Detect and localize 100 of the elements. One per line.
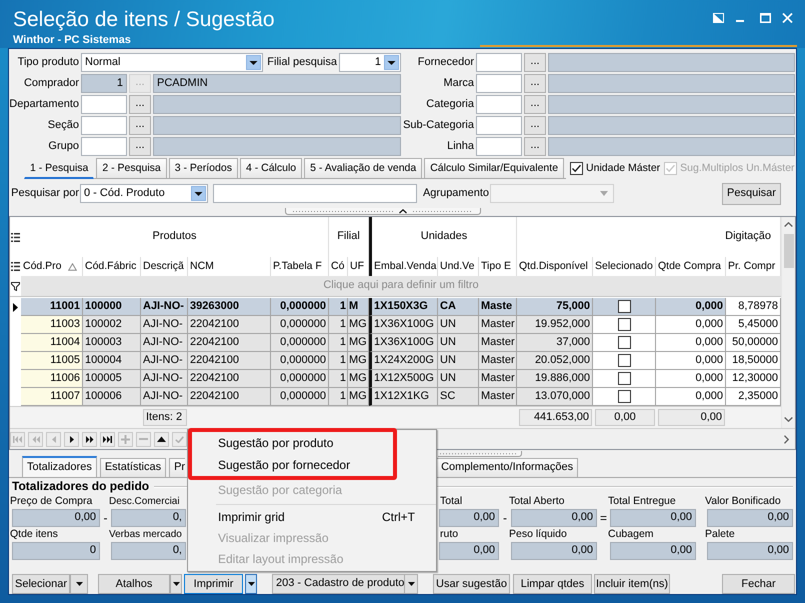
grid-row[interactable]: 11001 100000 AJI-NO- 39263000 0,000000 1 M 1X150X3G CA Maste 75,000 0,000 8,78978	[21, 298, 781, 316]
grid-row[interactable]: 11003 100002 AJI-NO- 22042100 0,000000 1 MG 1X36X100G UN Master 19.952,000 0,000 5,45000	[21, 316, 781, 334]
list-icon[interactable]	[11, 262, 20, 271]
vertical-scrollbar[interactable]	[781, 217, 795, 428]
scroll-down-icon[interactable]	[784, 417, 793, 422]
table-cell[interactable]	[593, 316, 656, 334]
table-cell[interactable]: 0,000	[656, 388, 726, 406]
half-filled-square-icon[interactable]	[713, 13, 724, 23]
checkbox-icon[interactable]	[618, 390, 630, 403]
table-cell[interactable]: 18,50000	[726, 352, 781, 370]
field-label: Agrupamento	[422, 186, 489, 200]
tab[interactable]: Complemento/Informações	[436, 458, 578, 477]
grid-row[interactable]: 11005 100004 AJI-NO- 22042100 0,000000 1 MG 1X24X200G UN Master 20.052,000 0,000 18,50000	[21, 352, 781, 370]
menu-item[interactable]: Sugestão por produto	[192, 432, 393, 454]
action-button[interactable]: Fechar	[722, 574, 795, 594]
lookup-button[interactable]: ...	[129, 137, 151, 156]
action-button[interactable]: Atalhos	[98, 574, 170, 594]
code-field[interactable]	[81, 137, 127, 156]
checkbox-icon[interactable]	[618, 300, 630, 313]
dropdown-toggle[interactable]	[70, 574, 88, 594]
filter-icon[interactable]	[11, 282, 20, 290]
tab[interactable]: Totalizadores	[22, 456, 97, 477]
list-icon[interactable]	[11, 232, 20, 242]
table-cell[interactable]: 2,35000	[726, 388, 781, 406]
window-subtitle: Winthor - PC Sistemas	[13, 34, 132, 47]
scroll-up-icon[interactable]	[784, 222, 793, 227]
maximize-icon[interactable]	[760, 13, 771, 23]
lookup-button[interactable]: ...	[524, 53, 546, 72]
grid-row[interactable]: 11004 100003 AJI-NO- 22042100 0,000000 1 MG 1X36X100G UN Master 37,000 0,000 50,00000	[21, 334, 781, 352]
table-cell[interactable]: 0,000	[656, 316, 726, 334]
action-button[interactable]: Limpar qtdes	[513, 574, 592, 594]
tab[interactable]: Estatísticas	[100, 458, 166, 477]
scroll-right-icon[interactable]	[784, 434, 789, 444]
search-field[interactable]	[213, 184, 417, 203]
table-cell[interactable]	[593, 334, 656, 352]
table-cell[interactable]: 12,30000	[726, 370, 781, 388]
grid-row[interactable]: 11006 100005 AJI-NO- 22042100 0,000000 1 MG 1X12X500G UN Master 19.886,000 0,000 12,30000	[21, 370, 781, 388]
dropdown-toggle[interactable]	[245, 574, 257, 594]
next-page-button[interactable]	[82, 432, 97, 446]
checkbox-icon[interactable]	[618, 336, 630, 349]
caret-icon	[248, 582, 254, 586]
lookup-button[interactable]: ...	[524, 74, 546, 93]
table-cell: 11003	[21, 316, 83, 334]
field-label: Sub-Categoria	[402, 118, 474, 132]
menu-item[interactable]: Imprimir grid	[188, 507, 382, 528]
grid-row[interactable]: 11007 100006 AJI-NO- 22042100 0,000000 1 MG 1X12X1KG SC Master 13.070,000 0,000 2,35000	[21, 388, 781, 406]
field-label: Total	[440, 495, 464, 508]
branch-select[interactable]: 1	[339, 53, 401, 72]
table-cell[interactable]: 0,000	[656, 370, 726, 388]
lookup-button[interactable]: ...	[524, 116, 546, 135]
splitter-handle[interactable]	[438, 451, 522, 457]
code-field[interactable]	[476, 53, 522, 72]
checkbox-icon[interactable]	[618, 318, 630, 331]
splitter-handle[interactable]	[285, 208, 481, 215]
code-field[interactable]	[81, 95, 127, 114]
code-field[interactable]	[81, 116, 127, 135]
tab[interactable]: Pr	[169, 458, 186, 477]
option-checkbox[interactable]: Unidade Máster	[570, 158, 660, 178]
table-cell[interactable]: 0,000	[656, 352, 726, 370]
table-cell[interactable]: 8,78978	[726, 298, 781, 316]
code-field[interactable]	[476, 74, 522, 93]
product-type-select[interactable]: Normal	[81, 53, 263, 72]
action-button[interactable]: Incluir item(ns)	[594, 574, 670, 594]
tab[interactable]: Cálculo Similar/Equivalente	[424, 158, 564, 178]
table-cell[interactable]	[593, 370, 656, 388]
lookup-button[interactable]: ...	[129, 116, 151, 135]
checkbox-icon[interactable]	[618, 372, 630, 385]
table-cell[interactable]: 0,000	[656, 334, 726, 352]
table-cell[interactable]	[593, 388, 656, 406]
tab[interactable]: 4 - Cálculo	[240, 158, 302, 178]
last-record-button[interactable]	[100, 432, 115, 446]
report-select[interactable]: 203 - Cadastro de produto	[272, 574, 418, 594]
tab[interactable]: 3 - Períodos	[168, 158, 238, 178]
action-button[interactable]: Usar sugestão	[433, 574, 510, 594]
code-field[interactable]	[476, 95, 522, 114]
table-cell[interactable]: 50,00000	[726, 334, 781, 352]
close-icon[interactable]	[782, 13, 793, 23]
tab[interactable]: 5 - Avaliação de venda	[304, 158, 422, 178]
field-label: Pesquisar por	[10, 186, 79, 200]
lookup-button[interactable]: ...	[524, 137, 546, 156]
plus-icon	[121, 434, 130, 444]
table-cell[interactable]: 5,45000	[726, 316, 781, 334]
action-button[interactable]: Imprimir	[184, 574, 243, 594]
scrollbar-thumb[interactable]	[784, 234, 794, 268]
code-field[interactable]	[476, 137, 522, 156]
value-field: 0,	[111, 509, 186, 527]
tab[interactable]: 2 - Pesquisa	[96, 158, 167, 178]
search-by-select[interactable]: 0 - Cód. Produto	[80, 184, 208, 203]
search-button[interactable]: Pesquisar	[722, 182, 781, 204]
checkbox-icon[interactable]	[570, 162, 584, 174]
next-record-button[interactable]	[64, 432, 79, 446]
code-field[interactable]	[476, 116, 522, 135]
edit-button[interactable]	[154, 432, 169, 446]
lookup-button[interactable]: ...	[129, 95, 151, 114]
dropdown-toggle[interactable]	[170, 574, 182, 594]
action-button[interactable]: Selecionar	[12, 574, 70, 594]
lookup-button[interactable]: ...	[524, 95, 546, 114]
menu-item[interactable]: Sugestão por fornecedor	[192, 454, 393, 476]
checkbox-icon[interactable]	[618, 354, 630, 367]
table-cell[interactable]	[593, 352, 656, 370]
